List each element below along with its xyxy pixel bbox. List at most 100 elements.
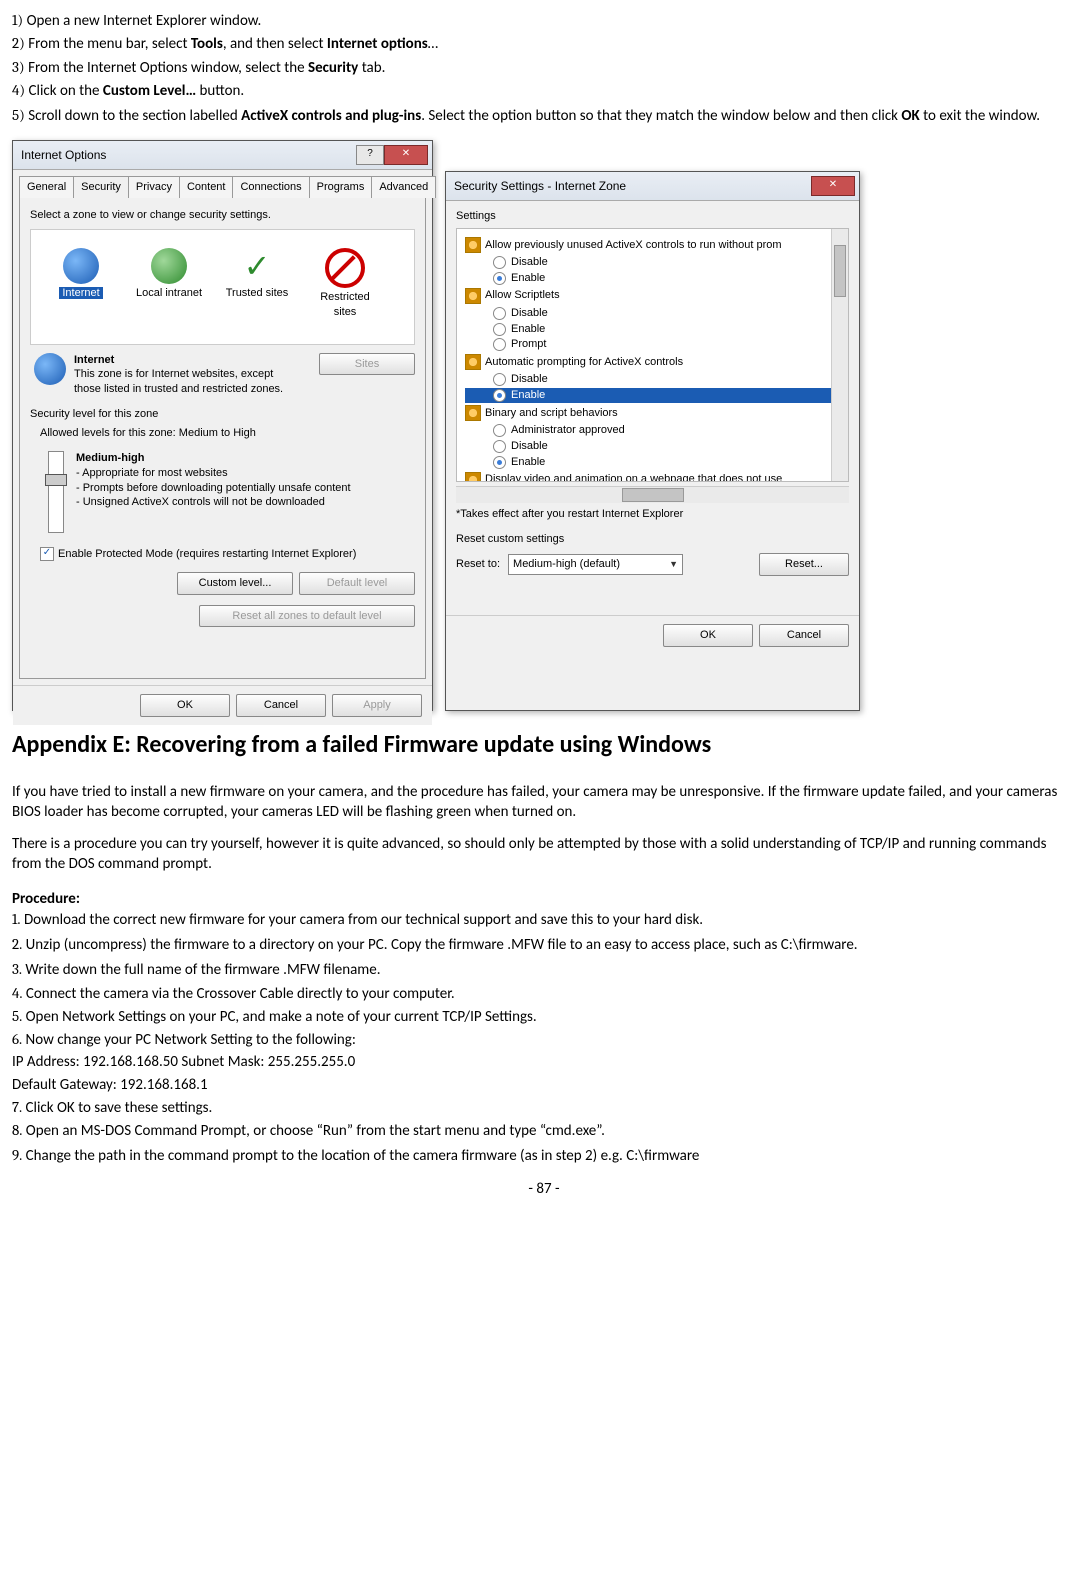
reset-button[interactable]: Reset...	[759, 553, 849, 576]
tab-connections[interactable]: Connections	[232, 176, 309, 198]
level-name: Medium-high	[76, 451, 351, 466]
step-text: Open an MS-DOS Command Prompt, or choose…	[26, 1122, 605, 1140]
step-num: 2)	[12, 34, 25, 52]
step-num: 4)	[12, 81, 25, 99]
proc-step-9: 9. Change the path in the command prompt…	[12, 1145, 1076, 1166]
tree-label: Automatic prompting for ActiveX controls	[485, 355, 683, 370]
bold: ActiveX controls and plug-ins	[241, 107, 421, 125]
help-button[interactable]: ?	[356, 145, 384, 165]
close-button[interactable]: ✕	[384, 145, 428, 165]
radio-disable[interactable]	[493, 373, 506, 386]
proc-step-2: 2. Unzip (uncompress) the firmware to a …	[12, 934, 1076, 955]
custom-level-button[interactable]: Custom level...	[177, 572, 293, 595]
tab-security[interactable]: Security	[73, 176, 129, 198]
step-text: Write down the full name of the firmware…	[25, 961, 380, 979]
step-text: From the menu bar, select	[28, 35, 191, 53]
sites-button[interactable]: Sites	[319, 353, 415, 376]
radio-admin[interactable]	[493, 424, 506, 437]
step-text: Open a new Internet Explorer window.	[27, 12, 262, 30]
step-text: From the Internet Options window, select…	[28, 59, 308, 77]
radio-enable[interactable]	[493, 272, 506, 285]
radio-label: Disable	[511, 306, 548, 321]
zone-restricted-sites[interactable]: Restricted sites	[311, 248, 379, 320]
chevron-down-icon: ▼	[669, 558, 678, 570]
step-text: …	[428, 35, 438, 53]
radio-label: Administrator approved	[511, 423, 625, 438]
radio-label: Enable	[511, 271, 545, 286]
radio-label: Enable	[511, 455, 545, 470]
step-num: 4.	[12, 984, 22, 1002]
close-button[interactable]: ✕	[811, 176, 855, 196]
tab-advanced[interactable]: Advanced	[371, 176, 436, 198]
internet-options-dialog: Internet Options ? ✕ General Security Pr…	[12, 140, 433, 711]
settings-label: Settings	[456, 209, 849, 224]
step-text: Change the path in the command prompt to…	[26, 1147, 700, 1165]
scroll-thumb[interactable]	[834, 245, 846, 297]
proc-step-7: 7. Click OK to save these settings.	[12, 1097, 1076, 1118]
radio-disable[interactable]	[493, 307, 506, 320]
dialog-title: Internet Options	[21, 147, 106, 163]
radio-disable[interactable]	[493, 256, 506, 269]
settings-tree[interactable]: Allow previously unused ActiveX controls…	[456, 228, 849, 482]
zone-heading: Select a zone to view or change security…	[30, 208, 415, 223]
step-text: Unzip (uncompress) the firmware to a dir…	[26, 936, 858, 954]
radio-enable[interactable]	[493, 456, 506, 469]
step-text: , and then select	[223, 35, 327, 53]
step-num: 7.	[12, 1098, 22, 1116]
gear-icon	[465, 288, 481, 304]
globe-icon	[63, 248, 99, 284]
gear-icon	[465, 405, 481, 421]
page-number: - 87 -	[12, 1179, 1076, 1199]
default-level-button[interactable]: Default level	[299, 572, 415, 595]
zone-trusted-sites[interactable]: ✓Trusted sites	[223, 248, 291, 320]
proc-step-6b: Default Gateway: 192.168.168.1	[12, 1075, 1076, 1095]
tab-general[interactable]: General	[19, 176, 74, 198]
cancel-button[interactable]: Cancel	[759, 624, 849, 647]
bold: Tools	[191, 35, 223, 53]
zone-name: Internet	[74, 353, 294, 368]
radio-prompt[interactable]	[493, 338, 506, 351]
reset-level-combo[interactable]: Medium-high (default)▼	[508, 554, 683, 575]
dialog-title: Security Settings - Internet Zone	[454, 178, 626, 194]
apply-button[interactable]: Apply	[332, 694, 422, 717]
security-slider[interactable]	[48, 451, 64, 533]
tab-content[interactable]: Content	[179, 176, 234, 198]
bullet: - Unsigned ActiveX controls will not be …	[76, 495, 351, 510]
step-num: 3.	[12, 960, 22, 978]
proc-step-3: 3. Write down the full name of the firmw…	[12, 959, 1076, 980]
vertical-scrollbar[interactable]	[831, 229, 848, 481]
intranet-icon	[151, 248, 187, 284]
scroll-thumb[interactable]	[622, 488, 684, 502]
tab-strip: General Security Privacy Content Connect…	[13, 170, 432, 198]
step-text: Click on the	[29, 82, 103, 100]
titlebar: Security Settings - Internet Zone ✕	[446, 172, 859, 201]
appendix-title: Appendix E: Recovering from a failed Fir…	[12, 729, 1076, 761]
step-4: 4) Click on the Custom Level… button.	[12, 80, 1076, 101]
radio-disable[interactable]	[493, 440, 506, 453]
tab-privacy[interactable]: Privacy	[128, 176, 180, 198]
step-num: 2.	[12, 935, 22, 953]
step-text: Open Network Settings on your PC, and ma…	[26, 1008, 537, 1026]
step-num: 6.	[12, 1030, 22, 1048]
radio-enable[interactable]	[493, 323, 506, 336]
cancel-button[interactable]: Cancel	[236, 694, 326, 717]
zone-internet[interactable]: Internet	[47, 248, 115, 320]
zone-local-intranet[interactable]: Local intranet	[135, 248, 203, 320]
ok-button[interactable]: OK	[140, 694, 230, 717]
step-num: 3)	[12, 58, 25, 76]
reset-zones-button[interactable]: Reset all zones to default level	[199, 605, 415, 628]
allowed-levels: Allowed levels for this zone: Medium to …	[40, 426, 415, 441]
tab-programs[interactable]: Programs	[309, 176, 373, 198]
security-level-label: Security level for this zone	[30, 407, 415, 422]
step-text: to exit the window.	[920, 107, 1040, 125]
horizontal-scrollbar[interactable]	[456, 486, 849, 503]
check-icon: ✓	[239, 248, 275, 284]
protected-mode-checkbox[interactable]: ✓	[40, 547, 54, 561]
slider-thumb[interactable]	[45, 474, 67, 486]
ok-button[interactable]: OK	[663, 624, 753, 647]
step-text: Scroll down to the section labelled	[28, 107, 241, 125]
radio-label: Prompt	[511, 337, 546, 352]
radio-enable[interactable]	[493, 389, 506, 402]
zone-description: This zone is for Internet websites, exce…	[74, 367, 294, 397]
proc-step-5: 5. Open Network Settings on your PC, and…	[12, 1006, 1076, 1027]
